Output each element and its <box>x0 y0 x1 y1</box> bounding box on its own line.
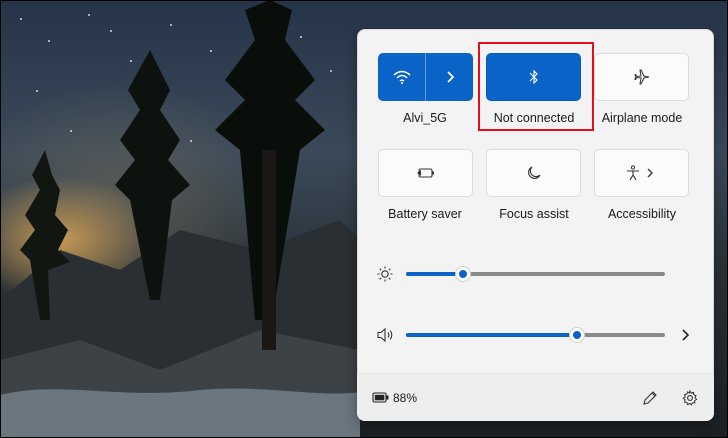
chevron-right-icon <box>446 71 454 83</box>
tile-label-focus-assist: Focus assist <box>499 207 569 221</box>
brightness-slider[interactable] <box>406 266 665 282</box>
wifi-icon <box>393 70 410 84</box>
chevron-right-icon <box>647 168 653 178</box>
tile-label-airplane: Airplane mode <box>601 111 683 125</box>
airplane-icon <box>633 69 649 85</box>
battery-saver-icon <box>416 168 434 178</box>
volume-slider-thumb[interactable] <box>568 327 585 343</box>
brightness-slider-row <box>375 264 695 284</box>
wifi-expand-button[interactable] <box>426 53 473 101</box>
focus-assist-tile[interactable] <box>486 149 581 197</box>
airplane-mode-tile[interactable] <box>594 53 689 101</box>
battery-percent: 88% <box>393 391 418 405</box>
battery-icon[interactable] <box>372 392 390 404</box>
audio-output-chevron-icon[interactable] <box>680 328 690 342</box>
annotation-highlight-box <box>478 42 594 131</box>
wifi-tile[interactable] <box>378 53 473 101</box>
brightness-icon <box>377 266 393 282</box>
settings-gear-icon[interactable] <box>682 390 698 406</box>
volume-slider[interactable] <box>406 327 665 343</box>
wifi-toggle[interactable] <box>378 53 425 101</box>
accessibility-tile[interactable] <box>594 149 689 197</box>
battery-saver-tile[interactable] <box>378 149 473 197</box>
volume-slider-fill <box>406 333 577 337</box>
tile-label-wifi: Alvi_5G <box>403 111 447 125</box>
volume-slider-row <box>375 325 695 345</box>
moon-icon <box>527 166 540 179</box>
speaker-icon[interactable] <box>377 327 395 343</box>
tile-label-battery-saver: Battery saver <box>388 207 462 221</box>
brightness-slider-thumb[interactable] <box>454 266 471 282</box>
accessibility-icon <box>626 165 653 181</box>
edit-pencil-icon[interactable] <box>642 390 658 406</box>
quick-settings-footer: 88% <box>357 373 714 421</box>
tile-label-accessibility: Accessibility <box>607 207 677 221</box>
